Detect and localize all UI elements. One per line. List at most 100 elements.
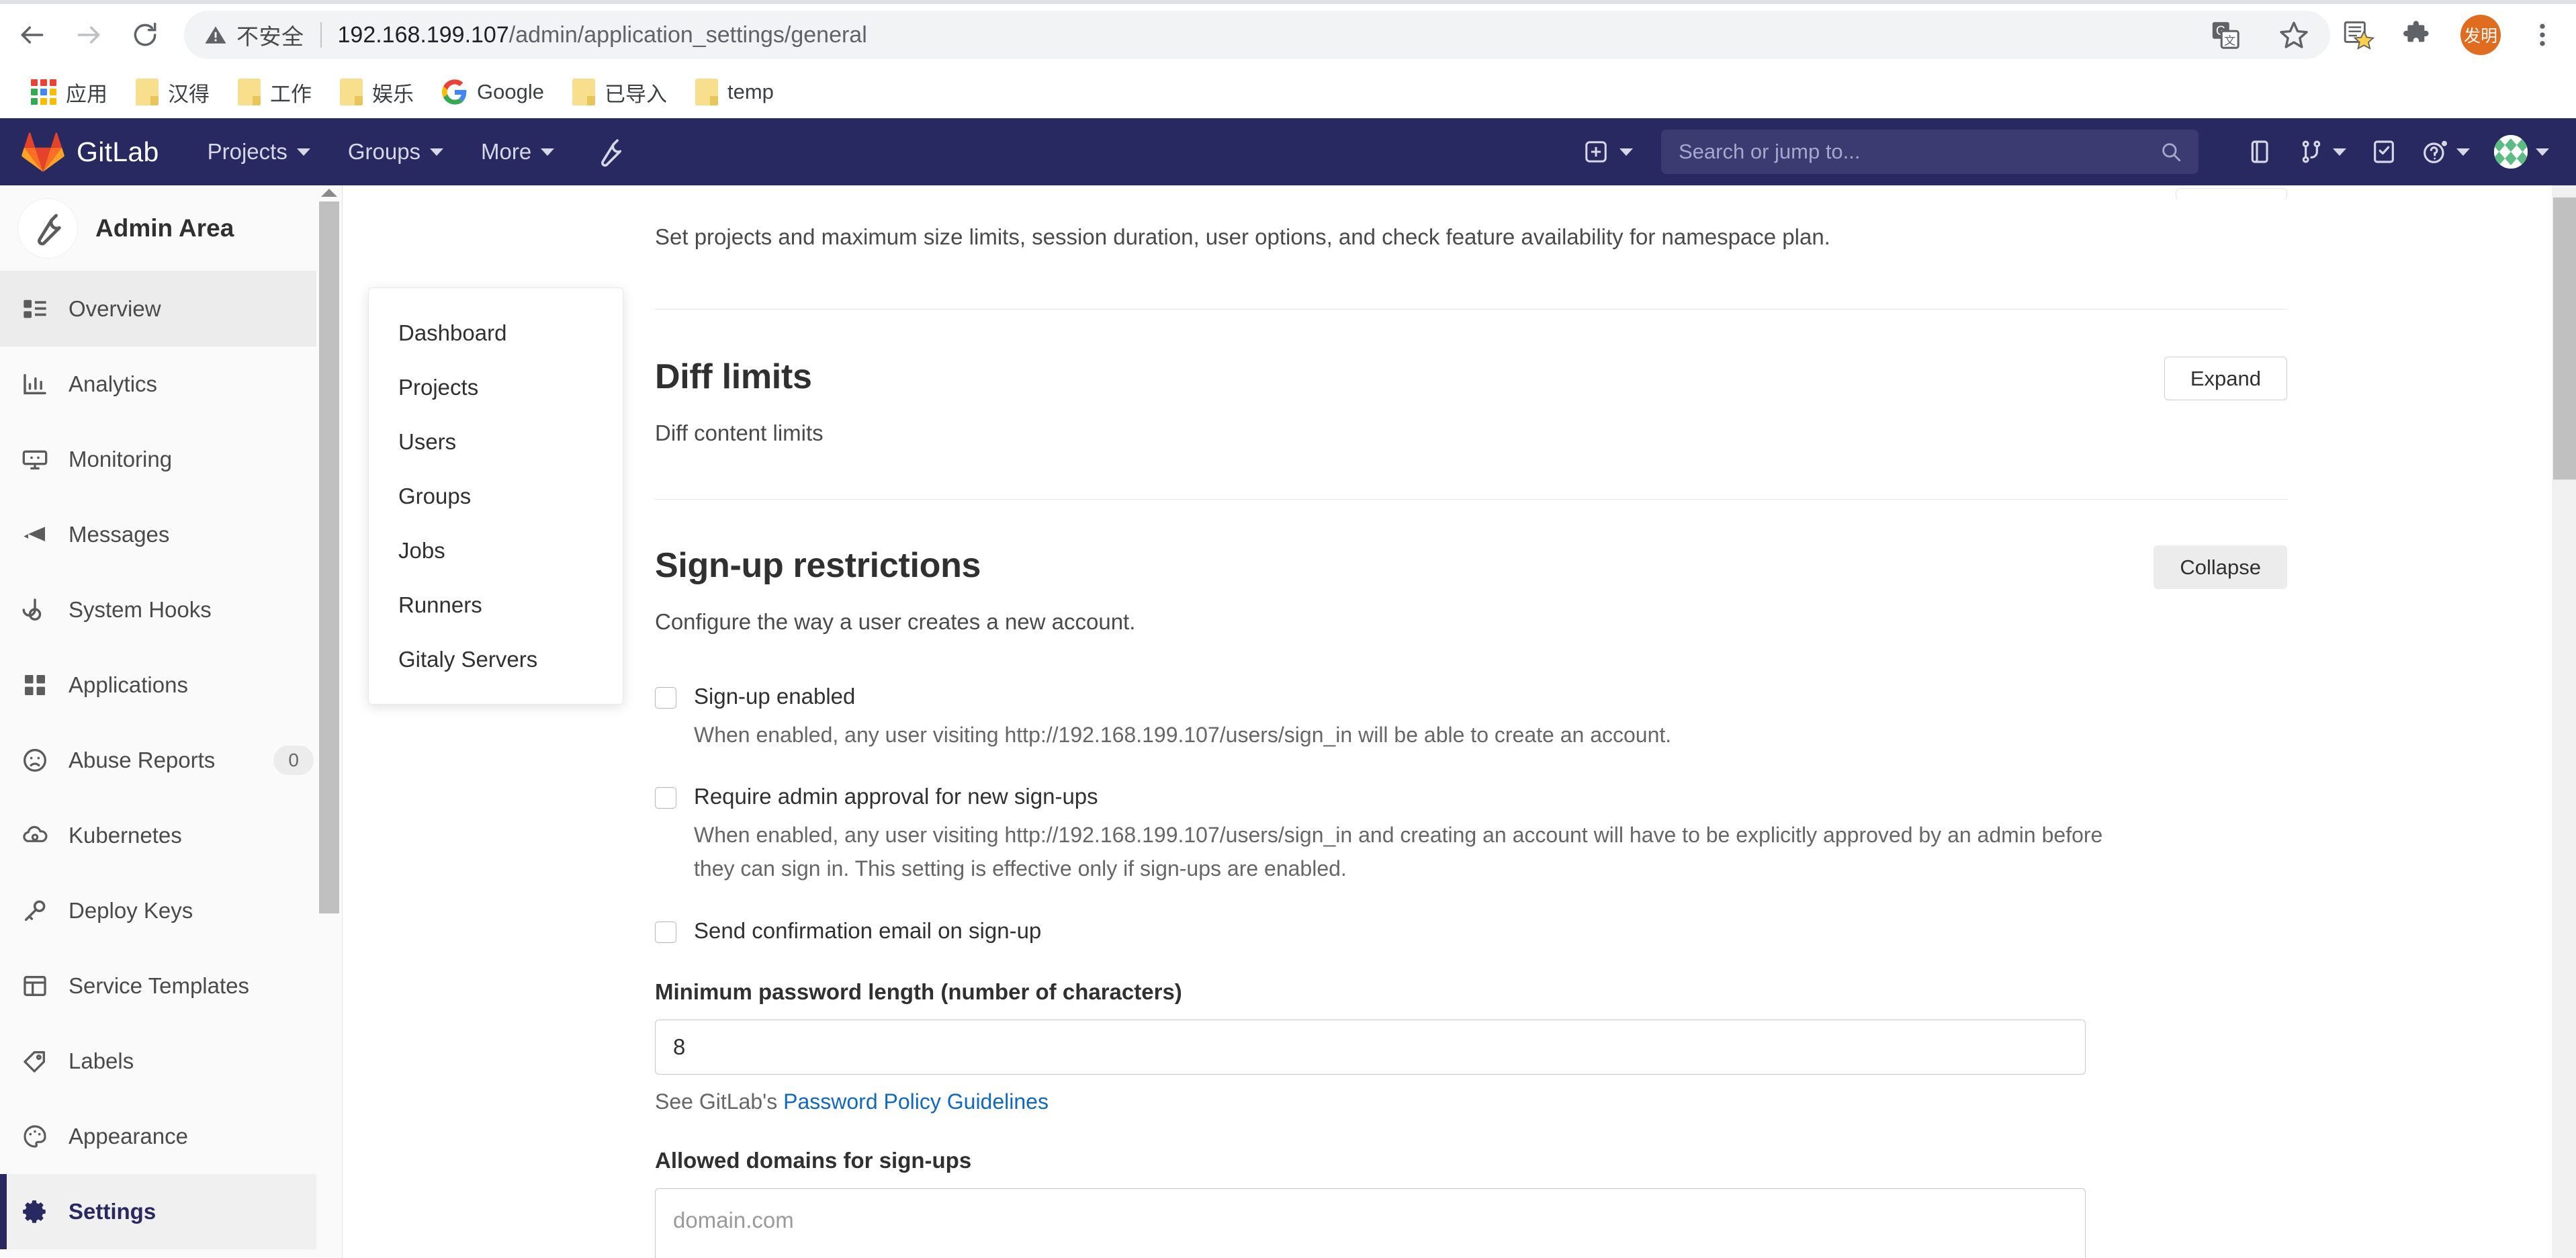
sidebar-item-applications[interactable]: Applications: [0, 647, 342, 723]
password-policy-guidelines-link[interactable]: Password Policy Guidelines: [783, 1089, 1049, 1114]
flyout-item-jobs[interactable]: Jobs: [369, 523, 623, 578]
gitlab-navbar-right: Search or jump to...: [1583, 118, 2576, 185]
flyout-item-dashboard[interactable]: Dashboard: [369, 306, 623, 360]
bookmark-folder-2[interactable]: 工作: [227, 72, 322, 112]
flyout-item-groups[interactable]: Groups: [369, 469, 623, 523]
bookmark-folder-4[interactable]: 已导入: [562, 72, 678, 112]
create-new-button[interactable]: [1583, 139, 1633, 165]
bookmark-star-icon[interactable]: [2275, 16, 2313, 54]
min-password-length-input[interactable]: 8: [655, 1020, 2086, 1075]
chevron-down-icon: [430, 148, 444, 156]
forward-button[interactable]: [64, 11, 113, 59]
confirmation-email-label: Send confirmation email on sign-up: [694, 918, 1042, 944]
applications-icon: [20, 670, 50, 700]
flyout-item-projects[interactable]: Projects: [369, 360, 623, 414]
back-button[interactable]: [8, 11, 56, 59]
google-icon: [442, 79, 467, 105]
abuse-report-icon: [20, 746, 50, 775]
section-title: Diff limits: [655, 357, 812, 396]
gear-icon: [20, 1197, 50, 1226]
sidebar-item-label: Settings: [69, 1199, 157, 1224]
sidebar-item-monitoring[interactable]: Monitoring: [0, 422, 342, 497]
search-input[interactable]: Search or jump to...: [1661, 130, 2199, 174]
page-scrollbar-thumb[interactable]: [2553, 197, 2576, 480]
min-password-length-value: 8: [673, 1034, 686, 1060]
expand-button-partial[interactable]: [2176, 188, 2287, 200]
browser-profile-avatar[interactable]: 发明: [2460, 15, 2501, 55]
allowed-domains-textarea[interactable]: domain.com: [655, 1188, 2086, 1258]
todos-button[interactable]: [2370, 138, 2397, 165]
extensions-puzzle-icon[interactable]: [2400, 16, 2438, 54]
reload-button[interactable]: [121, 11, 169, 59]
translate-icon[interactable]: G 文: [2207, 16, 2244, 54]
sidebar-item-label: Messages: [69, 522, 170, 547]
sidebar-scrollbar-thumb[interactable]: [319, 201, 339, 913]
issues-button[interactable]: [2247, 138, 2274, 165]
help-button[interactable]: [2422, 138, 2470, 165]
three-dot-menu-icon[interactable]: [2524, 16, 2561, 54]
flyout-item-runners[interactable]: Runners: [369, 578, 623, 632]
folder-icon: [695, 79, 718, 105]
admin-area-wrench-icon[interactable]: [594, 136, 625, 167]
flyout-item-gitaly-servers[interactable]: Gitaly Servers: [369, 632, 623, 686]
diff-limits-expand-button[interactable]: Expand: [2164, 356, 2287, 400]
signup-enabled-checkbox-row[interactable]: Sign-up enabled: [655, 683, 2287, 710]
signup-restrictions-collapse-button[interactable]: Collapse: [2153, 545, 2287, 589]
confirmation-email-checkbox[interactable]: [655, 922, 676, 944]
folder-icon: [572, 79, 595, 105]
page-scrollbar[interactable]: [2552, 185, 2576, 1258]
scroll-up-arrow-icon[interactable]: [316, 185, 342, 200]
bookmark-folder-5[interactable]: temp: [684, 72, 785, 112]
flyout-item-users[interactable]: Users: [369, 414, 623, 469]
sidebar-item-label: Overview: [69, 296, 161, 321]
sidebar-item-system-hooks[interactable]: System Hooks: [0, 572, 342, 647]
nav-more[interactable]: More: [481, 139, 555, 165]
sidebar-item-deploy-keys[interactable]: Deploy Keys: [0, 873, 342, 948]
sidebar-item-label: Service Templates: [69, 973, 250, 998]
nav-projects[interactable]: Projects: [208, 139, 310, 165]
sidebar-item-appearance[interactable]: Appearance: [0, 1099, 342, 1174]
avatar: [2494, 135, 2528, 169]
security-status-label: 不安全: [236, 24, 304, 49]
sidebar-header[interactable]: Admin Area: [0, 185, 342, 271]
confirmation-email-checkbox-row[interactable]: Send confirmation email on sign-up: [655, 917, 2287, 944]
sidebar-item-service-templates[interactable]: Service Templates: [0, 948, 342, 1024]
sidebar-item-abuse-reports[interactable]: Abuse Reports 0: [0, 723, 342, 798]
admin-approval-checkbox[interactable]: [655, 787, 676, 809]
password-policy-helper-prefix: See GitLab's: [655, 1089, 784, 1114]
sidebar-item-messages[interactable]: Messages: [0, 497, 342, 572]
sidebar-item-analytics[interactable]: Analytics: [0, 347, 342, 422]
address-bar[interactable]: 不安全 192.168.199.107/admin/application_se…: [184, 11, 2330, 59]
admin-approval-checkbox-row[interactable]: Require admin approval for new sign-ups: [655, 783, 2287, 810]
bookmark-apps[interactable]: 应用: [20, 72, 118, 112]
sidebar-item-overview[interactable]: Overview: [0, 271, 342, 347]
sidebar-item-label: Labels: [69, 1048, 134, 1073]
sidebar-scrollbar[interactable]: [316, 185, 342, 1258]
gitlab-logo-icon: [21, 132, 64, 172]
search-icon: [2162, 143, 2181, 162]
address-bar-divider: [320, 22, 322, 48]
section-account-and-limit: Set projects and maximum size limits, se…: [655, 185, 2287, 254]
palette-icon: [20, 1122, 50, 1151]
sidebar-item-settings[interactable]: Settings: [0, 1174, 342, 1249]
nav-projects-label: Projects: [207, 139, 287, 164]
sidebar-item-labels[interactable]: Labels: [0, 1024, 342, 1099]
browser-action-icons: 发明: [2340, 15, 2576, 55]
section-diff-limits: Diff limits Expand Diff content limits: [655, 310, 2287, 450]
merge-requests-button[interactable]: [2298, 138, 2346, 165]
allowed-domains-placeholder: domain.com: [673, 1208, 794, 1233]
section-description: Diff content limits: [655, 420, 824, 445]
sidebar-item-kubernetes[interactable]: Kubernetes: [0, 798, 342, 873]
bookmark-folder-3[interactable]: 娱乐: [329, 72, 425, 112]
signup-enabled-label: Sign-up enabled: [694, 683, 856, 709]
bookmark-google[interactable]: Google: [431, 72, 555, 112]
section-signup-restrictions: Sign-up restrictions Collapse Configure …: [655, 500, 2287, 1258]
analytics-icon: [20, 369, 50, 399]
bookmark-folder-1[interactable]: 汉得: [125, 72, 220, 112]
gitlab-home-link[interactable]: GitLab: [21, 131, 159, 173]
reading-list-icon[interactable]: [2340, 16, 2377, 54]
user-menu-button[interactable]: [2494, 135, 2549, 169]
signup-enabled-checkbox[interactable]: [655, 686, 676, 709]
nav-groups[interactable]: Groups: [348, 139, 444, 165]
admin-approval-label: Require admin approval for new sign-ups: [694, 783, 1098, 809]
